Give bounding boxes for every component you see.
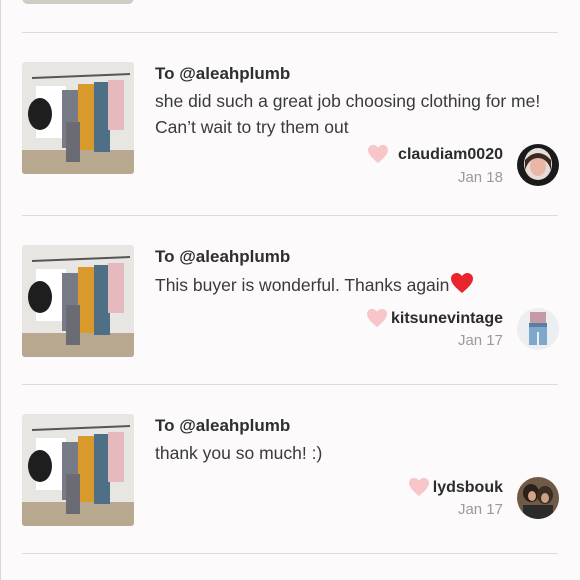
review-recipient: To @aleahplumb [155, 247, 291, 266]
heart-icon[interactable] [366, 308, 388, 328]
review-recipient: To @aleahplumb [155, 416, 291, 435]
avatar[interactable] [517, 144, 559, 186]
review-message: she did such a great job choosing clothi… [155, 91, 541, 137]
reviewer-username[interactable]: claudiam0020 [398, 146, 503, 164]
divider [22, 553, 558, 554]
listing-thumbnail[interactable] [22, 245, 134, 357]
divider [22, 32, 558, 33]
review-date: Jan 17 [457, 501, 503, 518]
heart-emoji-icon [450, 272, 474, 302]
review-recipient: To @aleahplumb [155, 64, 291, 83]
divider [22, 384, 558, 385]
reviewer-username[interactable]: kitsunevintage [391, 310, 503, 328]
review-item: To @aleahplumb thank you so much! :) lyd… [0, 414, 580, 580]
reviewer-username[interactable]: lydsbouk [433, 479, 503, 497]
heart-icon[interactable] [408, 477, 430, 497]
divider [22, 215, 558, 216]
review-item: To @aleahplumb she did such a great job … [0, 62, 580, 232]
review-message: thank you so much! :) [155, 443, 323, 463]
review-item: To @aleahplumb This buyer is wonderful. … [0, 245, 580, 415]
previous-listing-thumbnail[interactable] [22, 0, 134, 4]
listing-thumbnail[interactable] [22, 414, 134, 526]
review-date: Jan 18 [457, 169, 503, 186]
avatar[interactable] [517, 308, 559, 350]
heart-icon[interactable] [367, 144, 389, 164]
review-message: This buyer is wonderful. Thanks again [155, 272, 555, 302]
listing-thumbnail[interactable] [22, 62, 134, 174]
avatar[interactable] [517, 477, 559, 519]
review-date: Jan 17 [457, 332, 503, 349]
